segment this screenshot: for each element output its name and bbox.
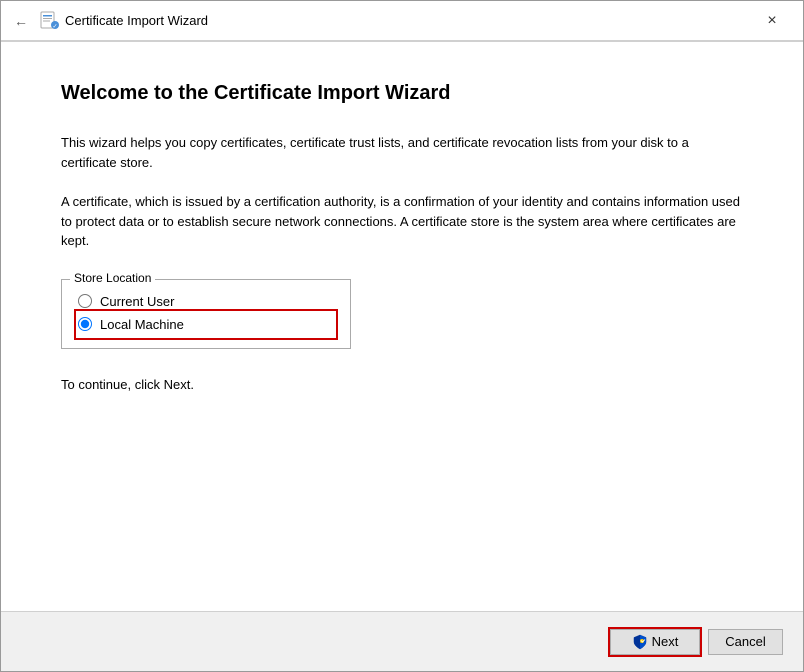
- close-button[interactable]: ×: [749, 6, 795, 36]
- wizard-window: ← ✓ Certificate Import Wizard × Welcome …: [0, 0, 804, 672]
- radio-local-machine[interactable]: [78, 317, 92, 331]
- window-title: Certificate Import Wizard: [65, 13, 208, 28]
- store-location-group: Store Location Current User Local Machin…: [61, 279, 351, 349]
- svg-text:✓: ✓: [53, 24, 58, 30]
- option-local-machine[interactable]: Local Machine: [78, 313, 334, 336]
- next-label: Next: [652, 634, 679, 649]
- local-machine-label: Local Machine: [100, 317, 184, 332]
- back-button[interactable]: ←: [9, 9, 33, 33]
- option-current-user[interactable]: Current User: [78, 290, 334, 313]
- wizard-icon: ✓: [39, 11, 59, 31]
- cancel-button[interactable]: Cancel: [708, 629, 783, 655]
- footer: Next Cancel: [1, 611, 803, 671]
- paragraph-1: This wizard helps you copy certificates,…: [61, 133, 743, 172]
- next-button[interactable]: Next: [610, 629, 700, 655]
- page-title: Welcome to the Certificate Import Wizard: [61, 82, 743, 105]
- store-location-legend: Store Location: [70, 271, 155, 285]
- paragraph-2: A certificate, which is issued by a cert…: [61, 192, 743, 251]
- shield-icon: [632, 634, 648, 650]
- cancel-label: Cancel: [725, 634, 765, 649]
- wizard-content: Welcome to the Certificate Import Wizard…: [1, 42, 803, 611]
- radio-current-user[interactable]: [78, 294, 92, 308]
- title-bar: ← ✓ Certificate Import Wizard ×: [1, 1, 803, 41]
- title-bar-left: ← ✓ Certificate Import Wizard: [9, 9, 749, 33]
- current-user-label: Current User: [100, 294, 174, 309]
- continue-text: To continue, click Next.: [61, 377, 743, 392]
